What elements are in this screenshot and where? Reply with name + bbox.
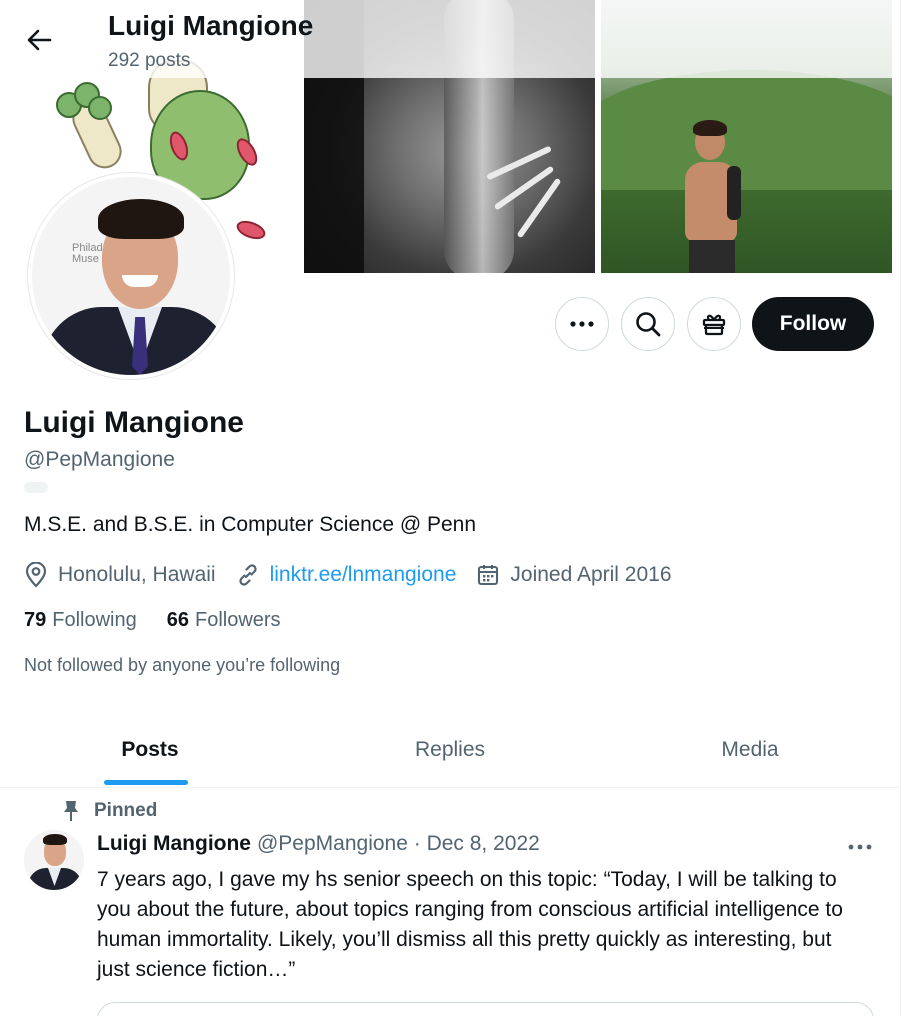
header-name: Luigi Mangione (108, 10, 314, 41)
header-post-count: 292 posts (108, 50, 191, 71)
more-horizontal-icon (570, 321, 594, 327)
search-profile-button[interactable] (621, 297, 675, 351)
pin-icon (64, 801, 78, 821)
post-avatar-hair (43, 834, 67, 845)
not-followed-notice: Not followed by anyone you’re following (24, 655, 341, 675)
follow-button[interactable]: Follow (752, 297, 874, 351)
profile-joined: Joined April 2016 (476, 563, 672, 587)
profile-link-text[interactable]: linktr.ee/lnmangione (270, 563, 457, 587)
profile-name: Luigi Mangione (24, 406, 244, 439)
avatar-hair (98, 199, 184, 239)
hike-person-shorts (689, 240, 735, 273)
tab-replies[interactable]: Replies (300, 712, 600, 787)
banner-art-leaf (88, 96, 112, 120)
banner-art-claw (234, 217, 268, 243)
pinned-label: Pinned (94, 800, 158, 821)
post-link-card[interactable] (97, 1002, 874, 1016)
following-link[interactable]: 79 Following (24, 609, 137, 632)
post-header: Luigi Mangione @PepMangione · Dec 8, 202… (97, 832, 540, 856)
profile-avatar[interactable]: Philad Muse (28, 173, 234, 379)
profile-header-bar: Luigi Mangione 292 posts (0, 0, 900, 78)
tab-media[interactable]: Media (600, 712, 900, 787)
follow-stats: 79 Following 66 Followers (24, 609, 311, 632)
post-author-meta[interactable]: @PepMangione · Dec 8, 2022 (257, 832, 540, 856)
arrow-left-icon (27, 29, 52, 51)
active-tab-indicator (104, 780, 188, 785)
profile-link[interactable]: linktr.ee/lnmangione (236, 563, 457, 587)
search-icon (636, 312, 661, 337)
avatar-caption: Philad Muse (72, 242, 103, 265)
location-text: Honolulu, Hawaii (58, 563, 216, 586)
followers-count: 66 (166, 609, 189, 631)
profile-location: Honolulu, Hawaii (24, 562, 216, 588)
pinned-indicator: Pinned (62, 800, 157, 822)
profile-handle: @PepMangione (24, 448, 175, 471)
link-icon (238, 564, 257, 586)
tab-posts[interactable]: Posts (0, 712, 300, 787)
gift-icon (702, 314, 726, 336)
more-horizontal-icon (848, 844, 872, 850)
followers-link[interactable]: 66 Followers (167, 609, 281, 632)
following-label: Following (52, 609, 137, 631)
hike-person-hair (693, 120, 727, 136)
more-button[interactable] (555, 297, 609, 351)
post-author-avatar[interactable] (24, 830, 84, 890)
calendar-icon (478, 565, 499, 586)
profile-label-pill (24, 482, 48, 493)
profile-bio: M.S.E. and B.S.E. in Computer Science @ … (24, 513, 477, 536)
following-count: 79 (24, 609, 47, 631)
location-pin-icon (25, 562, 47, 588)
post-author-name[interactable]: Luigi Mangione (97, 832, 251, 856)
followers-label: Followers (194, 609, 281, 631)
post-more-button[interactable] (838, 832, 882, 862)
post-text: 7 years ago, I gave my hs senior speech … (97, 868, 843, 981)
hike-person (679, 120, 749, 273)
joined-text: Joined April 2016 (510, 563, 672, 586)
profile-tabs: Posts Replies Media (0, 712, 900, 788)
profile-meta-row: Honolulu, Hawaii linktr.ee/lnmangione Jo… (24, 560, 692, 590)
back-button[interactable] (18, 22, 60, 58)
page-scrollbar[interactable] (900, 0, 917, 1016)
hike-person-backpack (727, 166, 741, 220)
gift-button[interactable] (687, 297, 741, 351)
